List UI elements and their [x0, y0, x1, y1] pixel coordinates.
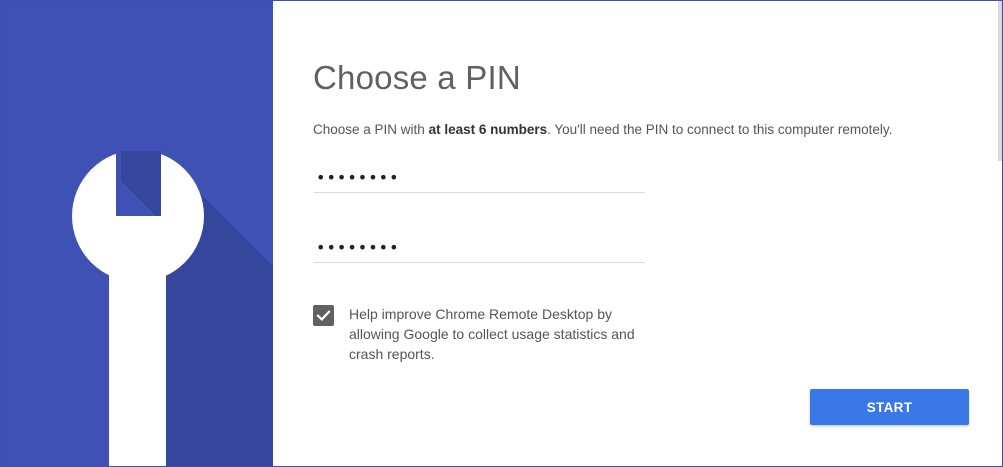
start-button[interactable]: START [810, 389, 969, 425]
pin-setup-dialog: Choose a PIN Choose a PIN with at least … [0, 0, 1003, 467]
form-panel: Choose a PIN Choose a PIN with at least … [273, 1, 1002, 466]
checkmark-icon [316, 310, 331, 321]
usage-stats-checkbox[interactable] [313, 305, 334, 326]
instructions-emphasis: at least 6 numbers [428, 122, 548, 137]
pin-instructions: Choose a PIN with at least 6 numbers. Yo… [313, 122, 892, 137]
instructions-suffix: . You'll need the PIN to connect to this… [547, 122, 893, 137]
usage-stats-label: Help improve Chrome Remote Desktop by al… [349, 306, 635, 362]
pin-input[interactable] [314, 163, 645, 193]
pin-confirm-input[interactable] [314, 233, 645, 263]
page-title: Choose a PIN [313, 59, 521, 96]
scrollbar-edge [998, 1, 1002, 161]
illustration-panel [1, 1, 273, 466]
instructions-prefix: Choose a PIN with [313, 122, 429, 137]
wrench-icon [72, 149, 273, 466]
